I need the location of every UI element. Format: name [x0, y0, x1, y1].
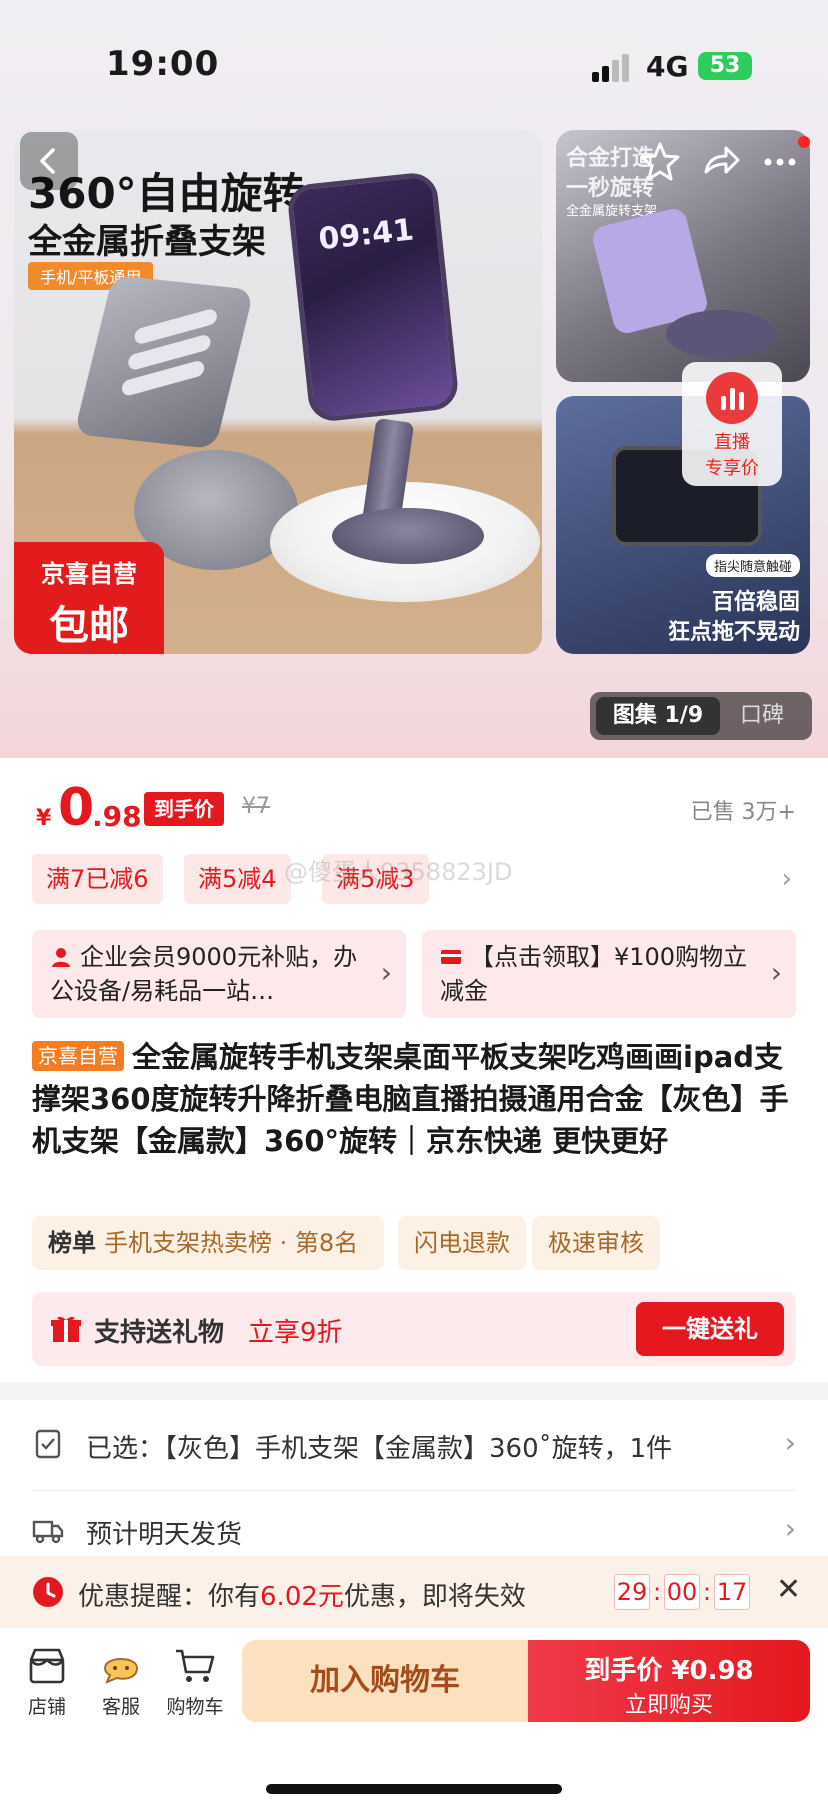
price-currency: ¥ — [36, 806, 52, 831]
chevron-right-icon[interactable]: › — [782, 864, 792, 894]
card-icon — [441, 950, 461, 964]
price-integer: 0 — [58, 778, 95, 838]
coupon-chip[interactable]: 满5减4 — [184, 854, 291, 904]
buy-price: 到手价 ¥0.98 — [584, 1656, 754, 1686]
user-icon — [52, 948, 70, 967]
enterprise-subsidy-card[interactable]: 企业会员9000元补贴，办公设备/易耗品一站… › — [32, 930, 406, 1018]
stand-illustration — [73, 274, 255, 450]
shop-nav[interactable]: 店铺 — [12, 1646, 82, 1719]
main-product-image[interactable]: 360°自由旋转 全金属折叠支架 手机/平板通用 09:41 京喜自营 包邮 — [14, 130, 542, 654]
product-hero: 19:00 4G 53 360°自由旋转 全金属折叠支架 手机/平板通用 09:… — [0, 0, 828, 758]
shipping-text: 预计明天发货 — [86, 1520, 243, 1550]
star-icon[interactable] — [636, 138, 684, 186]
gallery-switch[interactable]: 图集 1/9 口碑 — [590, 692, 812, 740]
product-title: 京喜自营 全金属旋转手机支架桌面平板支架吃鸡画画ipad支撑架360度旋转升降折叠… — [32, 1036, 802, 1162]
live-price-badge[interactable]: 直播 专享价 — [682, 362, 782, 486]
watermark-text: @傻蛋人9358823JD — [284, 858, 513, 886]
countdown-minutes: 00 — [664, 1574, 700, 1610]
coupon-chip[interactable]: 满7已减6 — [32, 854, 163, 904]
add-to-cart-button[interactable]: 加入购物车 — [242, 1640, 528, 1722]
countdown-timer: 29:00:17 — [614, 1574, 750, 1612]
send-gift-button[interactable]: 一键送礼 — [636, 1302, 784, 1356]
stand-disk-illustration — [332, 508, 484, 564]
buy-label: 立即购买 — [624, 1693, 713, 1718]
signal-icon — [592, 54, 634, 82]
gallery-tab[interactable]: 图集 1/9 — [596, 697, 720, 735]
selected-variant-text: 已选：【灰色】手机支架【金属款】360˚旋转，1件 — [86, 1434, 673, 1464]
more-icon[interactable] — [756, 138, 804, 186]
fast-refund-chip[interactable]: 闪电退款 — [398, 1216, 526, 1270]
phone-illustration: 09:41 — [285, 170, 461, 424]
reminder-text: 优惠提醒：你有6.02元优惠，即将失效 — [78, 1582, 526, 1612]
discount-reminder-bar: 优惠提醒：你有6.02元优惠，即将失效 29:00:17 ✕ — [0, 1556, 828, 1628]
product-title-text: 全金属旋转手机支架桌面平板支架吃鸡画画ipad支撑架360度旋转升降折叠电脑直播… — [32, 1040, 789, 1158]
home-indicator — [266, 1784, 562, 1794]
chevron-right-icon: › — [770, 956, 782, 989]
countdown-hours: 29 — [614, 1574, 650, 1610]
cart-icon — [176, 1649, 215, 1682]
original-price: ¥7 — [242, 794, 270, 819]
selection-icon — [35, 1429, 61, 1459]
price-decimal: .98 — [92, 800, 142, 833]
close-icon[interactable]: ✕ — [776, 1572, 801, 1607]
image-subheadline: 全金属折叠支架 — [28, 222, 266, 262]
rank-chip[interactable]: 榜单手机支架热卖榜 · 第8名 › — [32, 1216, 384, 1311]
section-divider — [0, 1382, 828, 1400]
reviews-tab[interactable]: 口碑 — [740, 697, 784, 735]
bottom-action-bar: 店铺 客服 购物车 加入购物车 到手价 ¥0.98 立即购买 — [0, 1628, 828, 1801]
gift-banner: 支持送礼物 立享9折 一键送礼 — [32, 1292, 796, 1366]
rank-label: 榜单 — [48, 1229, 96, 1257]
shipping-row[interactable]: 预计明天发货 › — [32, 1498, 796, 1562]
buy-now-button[interactable]: 到手价 ¥0.98 立即购买 — [528, 1640, 810, 1722]
live-bars-icon — [706, 372, 758, 424]
battery-icon: 53 — [698, 52, 752, 80]
share-icon[interactable] — [696, 138, 744, 186]
self-operated-tag: 京喜自营 — [32, 1041, 124, 1071]
gift-icon — [51, 1316, 81, 1342]
status-bar: 19:00 4G 53 — [0, 0, 828, 120]
chevron-left-icon — [40, 148, 55, 174]
reminder-amount: 6.02元 — [260, 1582, 344, 1612]
selected-variant-row[interactable]: 已选：【灰色】手机支架【金属款】360˚旋转，1件 › — [32, 1412, 796, 1476]
gift-discount: 立享9折 — [248, 1318, 343, 1348]
benefit-text: 企业会员9000元补贴，办公设备/易耗品一站… — [50, 943, 358, 1005]
fast-review-chip[interactable]: 极速审核 — [532, 1216, 660, 1270]
service-nav[interactable]: 客服 — [86, 1646, 156, 1719]
back-button[interactable] — [20, 132, 78, 190]
shop-icon — [29, 1648, 65, 1684]
benefit-text: 【点击领取】¥100购物立减金 — [440, 943, 748, 1005]
gift-label: 支持送礼物 — [94, 1318, 225, 1348]
cart-nav[interactable]: 购物车 — [160, 1646, 230, 1719]
network-label: 4G — [646, 50, 689, 83]
coupon-claim-card[interactable]: 【点击领取】¥100购物立减金 › — [422, 930, 796, 1018]
sold-count: 已售 3万+ — [690, 800, 796, 825]
status-time: 19:00 — [106, 44, 220, 84]
notification-dot — [798, 136, 810, 148]
chevron-right-icon: › — [380, 956, 392, 989]
row-divider — [32, 1490, 796, 1491]
truck-icon — [32, 1520, 64, 1544]
chevron-right-icon: › — [784, 1512, 796, 1545]
chevron-right-icon: › — [784, 1426, 796, 1459]
final-price-badge: 到手价 — [144, 792, 224, 826]
promo-badge: 京喜自营 包邮 — [14, 542, 164, 654]
top-action-icons — [636, 138, 816, 188]
feature-chips: 榜单手机支架热卖榜 · 第8名 › 闪电退款 极速审核 — [32, 1216, 796, 1311]
benefit-cards: 企业会员9000元补贴，办公设备/易耗品一站… › 【点击领取】¥100购物立减… — [32, 930, 796, 1020]
countdown-seconds: 17 — [714, 1574, 750, 1610]
price-row: ¥ 0 .98 到手价 ¥7 已售 3万+ — [36, 778, 796, 838]
service-icon — [103, 1658, 139, 1684]
clock-icon — [33, 1577, 63, 1607]
